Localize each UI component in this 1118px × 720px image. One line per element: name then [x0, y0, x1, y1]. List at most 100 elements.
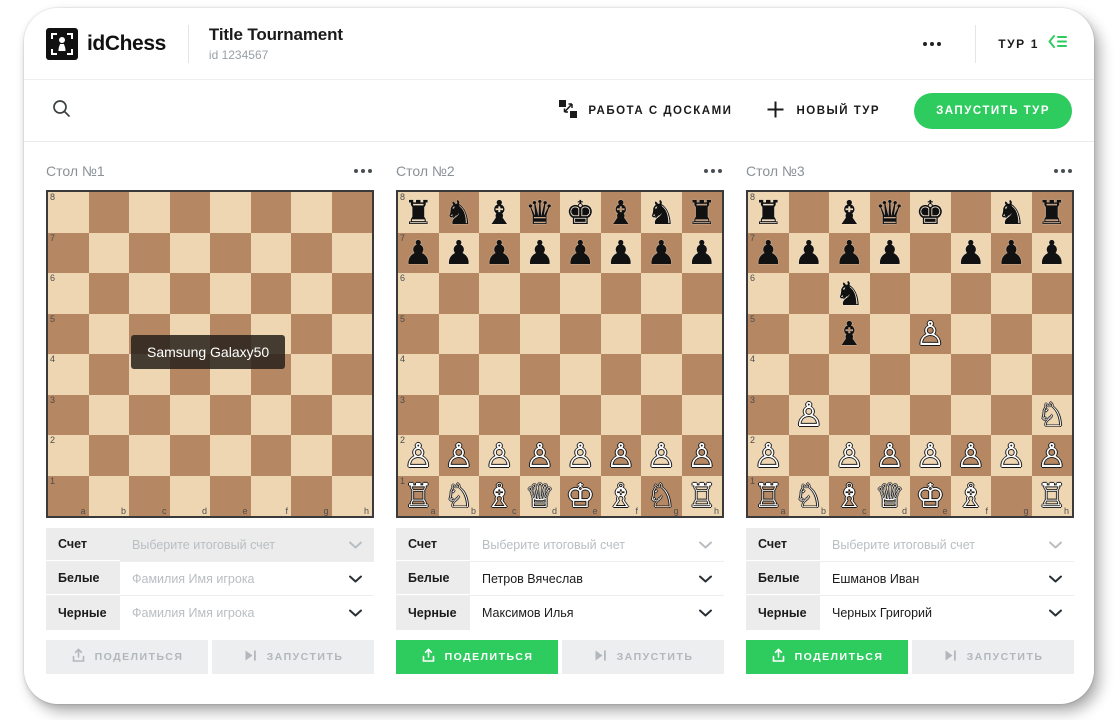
square-d7[interactable] [169, 232, 210, 273]
piece-black-bishop[interactable]: ♝ [834, 317, 864, 350]
piece-white-pawn[interactable]: ♙ [444, 439, 474, 472]
square-f7[interactable]: ♟ [600, 232, 641, 273]
square-c6[interactable] [129, 273, 170, 314]
square-d2[interactable]: ♙ [519, 435, 560, 476]
square-e5[interactable]: ♙ [910, 313, 951, 354]
launch-button[interactable]: ЗАПУСТИТЬ [212, 640, 374, 674]
square-a4[interactable]: 4 [398, 354, 439, 395]
square-c3[interactable] [479, 394, 520, 435]
square-b1[interactable]: b ♘ [788, 475, 829, 516]
share-button[interactable]: ПОДЕЛИТЬСЯ [746, 640, 908, 674]
square-f6[interactable] [250, 273, 291, 314]
square-e1[interactable]: e ♔ [560, 475, 601, 516]
piece-black-pawn[interactable]: ♟ [525, 236, 555, 269]
square-a8[interactable]: 8 ♜ [398, 192, 439, 233]
square-b2[interactable]: ♙ [438, 435, 479, 476]
score-select[interactable]: Выберите итоговый счет [120, 528, 374, 561]
square-a4[interactable]: 4 [748, 354, 789, 395]
piece-black-pawn[interactable]: ♟ [875, 236, 905, 269]
square-f2[interactable]: ♙ [950, 435, 991, 476]
white-player-select[interactable]: Ешманов Иван [820, 562, 1074, 595]
square-b1[interactable]: b ♘ [438, 475, 479, 516]
square-e4[interactable] [560, 354, 601, 395]
piece-white-pawn[interactable]: ♙ [606, 439, 636, 472]
square-e3[interactable] [910, 394, 951, 435]
square-b7[interactable] [88, 232, 129, 273]
piece-white-bishop[interactable]: ♗ [606, 479, 636, 512]
piece-white-knight[interactable]: ♘ [444, 479, 474, 512]
piece-black-bishop[interactable]: ♝ [606, 196, 636, 229]
square-g3[interactable] [641, 394, 682, 435]
square-b2[interactable] [788, 435, 829, 476]
square-c2[interactable] [129, 435, 170, 476]
square-a6[interactable]: 6 [748, 273, 789, 314]
square-g1[interactable]: g [291, 475, 332, 516]
square-a3[interactable]: 3 [48, 394, 89, 435]
square-d3[interactable] [869, 394, 910, 435]
score-select[interactable]: Выберите итоговый счет [470, 528, 724, 561]
square-g8[interactable]: ♞ [991, 192, 1032, 233]
launch-button[interactable]: ЗАПУСТИТЬ [562, 640, 724, 674]
square-h4[interactable] [1031, 354, 1072, 395]
square-d4[interactable] [519, 354, 560, 395]
square-h4[interactable] [681, 354, 722, 395]
piece-white-pawn[interactable]: ♙ [915, 317, 945, 350]
square-e2[interactable]: ♙ [910, 435, 951, 476]
piece-white-bishop[interactable]: ♗ [956, 479, 986, 512]
square-a7[interactable]: 7 ♟ [398, 232, 439, 273]
black-player-select[interactable]: Фамилия Имя игрока [120, 596, 374, 630]
square-h1[interactable]: h ♖ [681, 475, 722, 516]
white-player-select[interactable]: Фамилия Имя игрока [120, 562, 374, 595]
square-e5[interactable] [560, 313, 601, 354]
piece-black-pawn[interactable]: ♟ [687, 236, 717, 269]
piece-black-pawn[interactable]: ♟ [565, 236, 595, 269]
square-h4[interactable] [331, 354, 372, 395]
square-f6[interactable] [950, 273, 991, 314]
square-a2[interactable]: 2 ♙ [748, 435, 789, 476]
square-d8[interactable] [169, 192, 210, 233]
square-h8[interactable]: ♜ [681, 192, 722, 233]
square-f2[interactable] [250, 435, 291, 476]
piece-white-pawn[interactable]: ♙ [996, 439, 1026, 472]
piece-black-pawn[interactable]: ♟ [606, 236, 636, 269]
square-a6[interactable]: 6 [48, 273, 89, 314]
square-g1[interactable]: g ♘ [641, 475, 682, 516]
square-g8[interactable] [291, 192, 332, 233]
square-h1[interactable]: h [331, 475, 372, 516]
square-d6[interactable] [169, 273, 210, 314]
piece-black-rook[interactable]: ♜ [687, 196, 717, 229]
piece-white-bishop[interactable]: ♗ [484, 479, 514, 512]
square-e8[interactable]: ♚ [910, 192, 951, 233]
chessboard[interactable]: 8 ♜ ♝ ♛ ♚ ♞ ♜ 7 ♟ ♟ ♟ ♟ ♟ ♟ ♟ 6 ♞ 5 ♝ ♙ 4 3 ♙ ♘ 2 ♙ ♙ ♙ ♙ ♙ ♙ ♙ 1 a ♖ b ♘ c ♗ d… [746, 190, 1074, 518]
square-c1[interactable]: c ♗ [479, 475, 520, 516]
square-e3[interactable] [210, 394, 251, 435]
work-with-boards-button[interactable]: РАБОТА С ДОСКАМИ [559, 100, 732, 121]
piece-black-pawn[interactable]: ♟ [753, 236, 783, 269]
square-b6[interactable] [788, 273, 829, 314]
square-h2[interactable]: ♙ [681, 435, 722, 476]
square-a3[interactable]: 3 [748, 394, 789, 435]
piece-black-king[interactable]: ♚ [565, 196, 595, 229]
piece-white-pawn[interactable]: ♙ [915, 439, 945, 472]
square-a6[interactable]: 6 [398, 273, 439, 314]
square-b1[interactable]: b [88, 475, 129, 516]
piece-white-pawn[interactable]: ♙ [646, 439, 676, 472]
piece-black-knight[interactable]: ♞ [444, 196, 474, 229]
square-c1[interactable]: c ♗ [829, 475, 870, 516]
piece-white-pawn[interactable]: ♙ [875, 439, 905, 472]
square-f5[interactable] [600, 313, 641, 354]
piece-white-pawn[interactable]: ♙ [484, 439, 514, 472]
square-f8[interactable] [950, 192, 991, 233]
square-e7[interactable] [910, 232, 951, 273]
search-input[interactable] [46, 93, 77, 129]
piece-black-queen[interactable]: ♛ [525, 196, 555, 229]
square-f4[interactable] [600, 354, 641, 395]
piece-white-pawn[interactable]: ♙ [794, 398, 824, 431]
square-g3[interactable] [991, 394, 1032, 435]
piece-black-knight[interactable]: ♞ [834, 277, 864, 310]
square-g4[interactable] [991, 354, 1032, 395]
square-h8[interactable] [331, 192, 372, 233]
square-d6[interactable] [869, 273, 910, 314]
square-f1[interactable]: f ♗ [600, 475, 641, 516]
piece-black-queen[interactable]: ♛ [875, 196, 905, 229]
